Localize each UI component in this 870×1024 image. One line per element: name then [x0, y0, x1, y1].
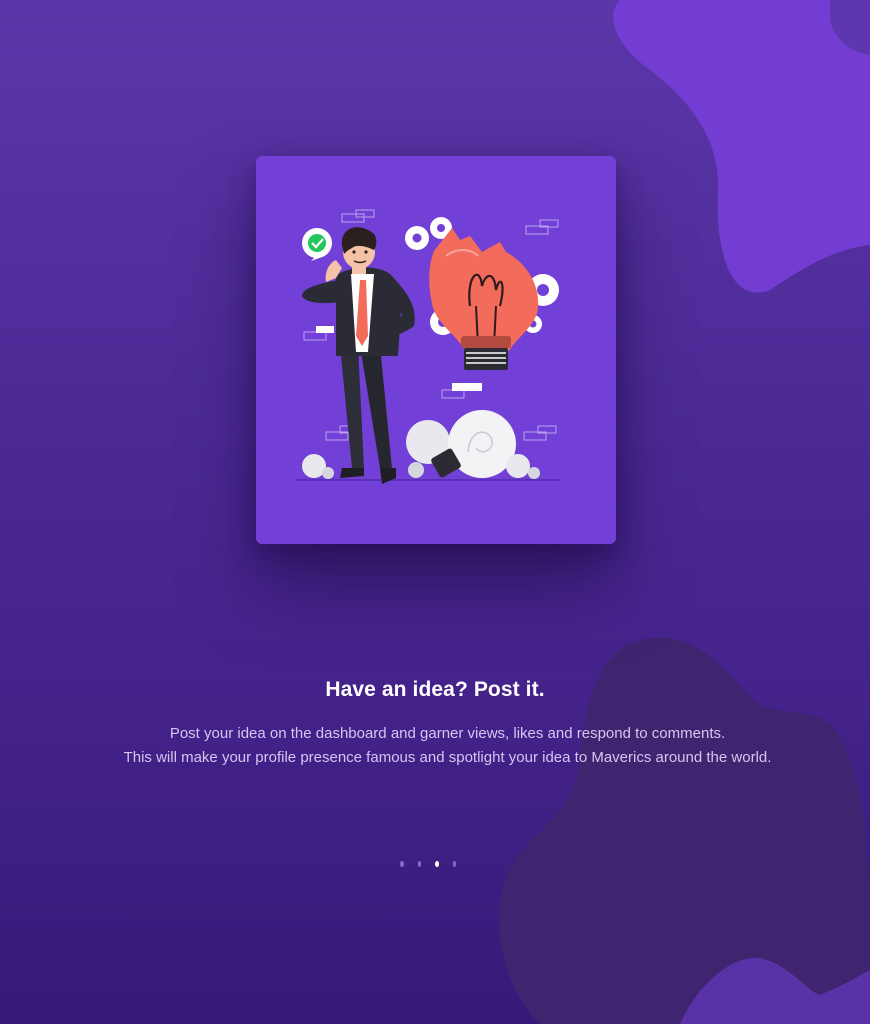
pagination-dots — [400, 861, 470, 869]
pagination-dot-1[interactable] — [400, 861, 404, 867]
floor-lightbulbs — [302, 410, 540, 479]
check-circle-icon — [302, 228, 332, 261]
onboarding-title: Have an idea? Post it. — [325, 678, 545, 701]
businessman-figure — [302, 227, 415, 484]
description-line-1: Post your idea on the dashboard and garn… — [169, 725, 726, 742]
idea-illustration — [296, 209, 561, 484]
lightbulb-icon — [429, 228, 539, 370]
pagination-dot-2[interactable] — [417, 861, 421, 867]
pagination-dot-3-active[interactable] — [435, 861, 439, 867]
description-line-2: This will make your profile presence fam… — [123, 749, 772, 766]
onboarding-description: Post your idea on the dashboard and garn… — [40, 722, 855, 770]
illustration-card — [256, 156, 616, 544]
top-right-blob — [613, 0, 870, 293]
pagination-dot-4[interactable] — [452, 861, 456, 867]
